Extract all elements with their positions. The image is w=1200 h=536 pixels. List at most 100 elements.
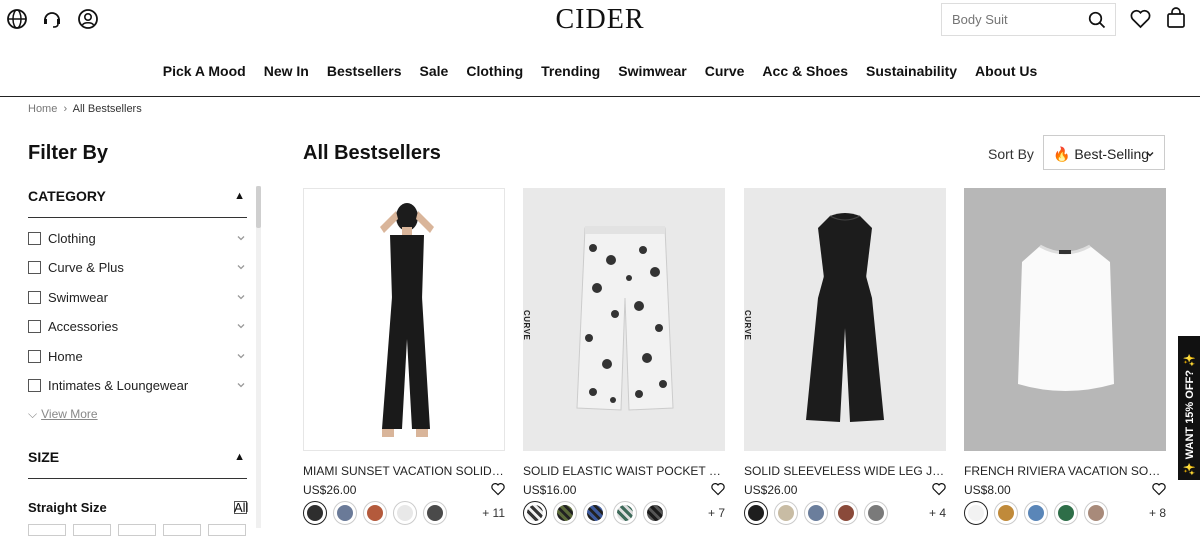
collapse-caret-icon[interactable]: ▲ (234, 451, 245, 463)
checkbox[interactable] (28, 232, 41, 245)
color-swatch[interactable] (964, 501, 988, 525)
swatch-color (838, 505, 854, 521)
product-image[interactable] (964, 188, 1166, 451)
category-item-intimates[interactable]: Intimates & Loungewear (28, 377, 247, 397)
globe-icon[interactable] (6, 8, 28, 30)
nav-sale[interactable]: Sale (420, 63, 449, 79)
chevron-down-icon[interactable] (235, 350, 247, 362)
category-item-clothing[interactable]: Clothing (28, 230, 247, 250)
size-option[interactable] (208, 524, 246, 536)
product-image[interactable]: CURVE (523, 188, 725, 451)
nav-acc-shoes[interactable]: Acc & Shoes (762, 63, 848, 79)
product-card[interactable]: MIAMI SUNSET VACATION SOLID ... US$26.00… (303, 188, 505, 528)
more-colors-count[interactable]: + 8 (1149, 506, 1166, 520)
checkbox[interactable] (28, 350, 41, 363)
checkbox[interactable] (28, 261, 41, 274)
color-swatch[interactable] (1054, 501, 1078, 525)
color-swatch[interactable] (744, 501, 768, 525)
sidebar-scrollbar-thumb[interactable] (256, 186, 261, 228)
product-image[interactable] (303, 188, 505, 451)
chevron-down-icon[interactable] (235, 291, 247, 303)
chevron-down-icon (1146, 152, 1154, 157)
nav-bestsellers[interactable]: Bestsellers (327, 63, 402, 79)
account-icon[interactable] (77, 8, 99, 30)
nav-sustainability[interactable]: Sustainability (866, 63, 957, 79)
category-item-home[interactable]: Home (28, 348, 247, 368)
color-swatch[interactable] (423, 501, 447, 525)
heart-icon[interactable] (932, 482, 946, 496)
breadcrumb-separator-icon: › (60, 103, 71, 115)
color-swatch[interactable] (553, 501, 577, 525)
view-more-link[interactable]: ⌵ View More (28, 407, 98, 422)
swatch-color (1088, 505, 1104, 521)
color-swatch[interactable] (834, 501, 858, 525)
shopping-bag-icon[interactable] (1166, 7, 1186, 29)
size-option[interactable] (73, 524, 111, 536)
color-swatch[interactable] (583, 501, 607, 525)
sort-dropdown[interactable]: 🔥 Best-Selling (1043, 135, 1165, 170)
product-card[interactable]: CURVE SOLID SLEEVELESS WIDE LEG JU... US… (744, 188, 946, 528)
color-swatch[interactable] (1084, 501, 1108, 525)
collapse-caret-icon[interactable]: ▲ (234, 190, 245, 202)
color-swatch[interactable] (303, 501, 327, 525)
size-title: SIZE (28, 449, 60, 465)
product-image[interactable]: CURVE (744, 188, 946, 451)
nav-pick-a-mood[interactable]: Pick A Mood (163, 63, 246, 79)
color-swatch[interactable] (804, 501, 828, 525)
wishlist-heart-icon[interactable] (1130, 9, 1151, 29)
chevron-down-icon[interactable] (235, 379, 247, 391)
chevron-down-icon[interactable] (235, 261, 247, 273)
nav-swimwear[interactable]: Swimwear (618, 63, 686, 79)
more-colors-count[interactable]: + 4 (929, 506, 946, 520)
category-item-curve-plus[interactable]: Curve & Plus (28, 259, 247, 279)
color-swatch[interactable] (613, 501, 637, 525)
size-option[interactable] (28, 524, 66, 536)
category-section-header[interactable]: CATEGORY ▲ (28, 188, 247, 218)
color-swatch[interactable] (393, 501, 417, 525)
size-section-header[interactable]: SIZE ▲ (28, 449, 247, 479)
color-swatch[interactable] (864, 501, 888, 525)
product-card[interactable]: FRENCH RIVIERA VACATION SOLI... US$8.00 … (964, 188, 1166, 528)
logo[interactable]: CIDER (520, 4, 680, 36)
heart-icon[interactable] (711, 482, 725, 496)
size-option[interactable] (118, 524, 156, 536)
color-swatch[interactable] (1024, 501, 1048, 525)
color-swatch[interactable] (363, 501, 387, 525)
product-card[interactable]: CURVE SOLID ELASTIC WAIST POCKET W... US… (523, 188, 725, 528)
more-colors-count[interactable]: + 7 (708, 506, 725, 520)
floral-pants-image (576, 226, 674, 411)
nav-curve[interactable]: Curve (705, 63, 745, 79)
support-icon[interactable] (41, 8, 63, 30)
color-swatch[interactable] (994, 501, 1018, 525)
search-input[interactable] (952, 12, 1082, 27)
color-swatch[interactable] (774, 501, 798, 525)
nav-new-in[interactable]: New In (264, 63, 309, 79)
product-name[interactable]: SOLID SLEEVELESS WIDE LEG JU... (744, 464, 946, 478)
product-name[interactable]: MIAMI SUNSET VACATION SOLID ... (303, 464, 505, 478)
product-name[interactable]: SOLID ELASTIC WAIST POCKET W... (523, 464, 725, 478)
product-name[interactable]: FRENCH RIVIERA VACATION SOLI... (964, 464, 1166, 478)
more-colors-count[interactable]: + 11 (482, 506, 505, 520)
checkbox[interactable] (28, 291, 41, 304)
size-option[interactable] (163, 524, 201, 536)
nav-about-us[interactable]: About Us (975, 63, 1037, 79)
chevron-down-icon[interactable] (235, 320, 247, 332)
category-item-accessories[interactable]: Accessories (28, 318, 247, 338)
heart-icon[interactable] (1152, 482, 1166, 496)
checkbox[interactable] (28, 379, 41, 392)
chevron-down-icon[interactable] (235, 232, 247, 244)
color-swatch[interactable] (333, 501, 357, 525)
sidebar-scrollbar[interactable] (256, 186, 261, 528)
nav-trending[interactable]: Trending (541, 63, 600, 79)
search-box[interactable] (941, 3, 1116, 36)
promo-tab[interactable]: ✨ WANT 15% OFF? ✨ (1178, 336, 1200, 480)
search-icon[interactable] (1088, 11, 1106, 29)
color-swatch[interactable] (643, 501, 667, 525)
category-title: CATEGORY (28, 188, 106, 204)
breadcrumb-home[interactable]: Home (28, 103, 57, 115)
heart-icon[interactable] (491, 482, 505, 496)
nav-clothing[interactable]: Clothing (466, 63, 523, 79)
category-item-swimwear[interactable]: Swimwear (28, 289, 247, 309)
checkbox[interactable] (28, 320, 41, 333)
color-swatch[interactable] (523, 501, 547, 525)
